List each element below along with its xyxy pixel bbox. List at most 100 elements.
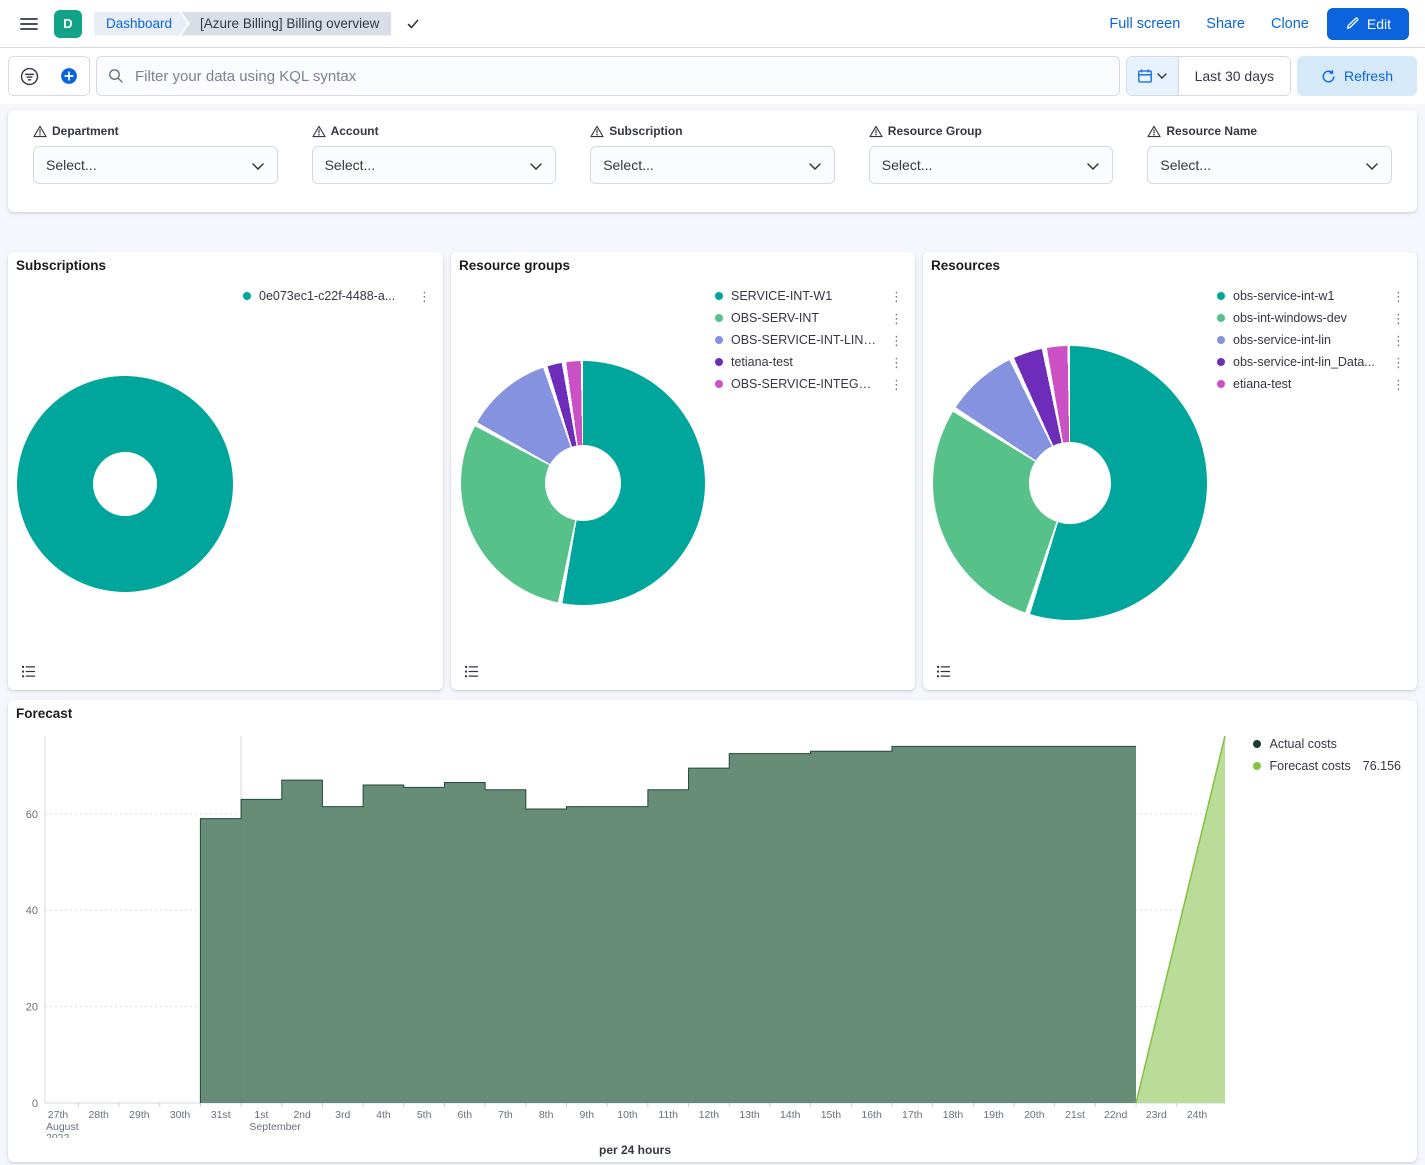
legend-item[interactable]: OBS-SERVICE-INTEGRA... ⋮: [715, 373, 905, 395]
svg-text:September: September: [249, 1121, 301, 1133]
resource-groups-donut-chart[interactable]: [461, 361, 705, 605]
legend-item[interactable]: obs-service-int-lin_Data...⋮: [1217, 351, 1407, 373]
saved-check-button[interactable]: [405, 16, 421, 32]
svg-text:20th: 20th: [1024, 1109, 1045, 1121]
svg-text:8th: 8th: [539, 1109, 554, 1121]
svg-text:1st: 1st: [254, 1109, 268, 1121]
svg-text:13th: 13th: [739, 1109, 760, 1121]
resource-group-select[interactable]: Select...: [869, 146, 1114, 184]
svg-text:40: 40: [26, 905, 38, 917]
kebab-menu-icon[interactable]: ⋮: [1390, 356, 1407, 369]
kql-search-input[interactable]: [96, 56, 1120, 96]
filters-button[interactable]: [9, 57, 49, 95]
legend-item[interactable]: OBS-SERV-INT⋮: [715, 307, 905, 329]
kibana-dashboard-app: D Dashboard [Azure Billing] Billing over…: [0, 0, 1425, 1165]
warning-icon: [869, 125, 883, 138]
legend-toggle-button[interactable]: [16, 660, 40, 682]
search-icon: [108, 68, 124, 84]
kebab-menu-icon[interactable]: ⋮: [1390, 378, 1407, 391]
chevron-down-icon: [252, 163, 264, 170]
subscription-select[interactable]: Select...: [590, 146, 835, 184]
control-label: Resource Group: [869, 124, 1114, 138]
calendar-icon: [1137, 68, 1153, 84]
breadcrumb: Dashboard [Azure Billing] Billing overvi…: [94, 12, 391, 36]
share-link[interactable]: Share: [1206, 16, 1245, 32]
date-range-button[interactable]: Last 30 days: [1179, 57, 1290, 95]
kql-search: [96, 56, 1120, 96]
full-screen-link[interactable]: Full screen: [1109, 16, 1180, 32]
legend-dot: [243, 292, 251, 300]
breadcrumb-current[interactable]: [Azure Billing] Billing overview: [181, 12, 391, 36]
chart-legend: 0e073ec1-c22f-4488-a...⋮: [243, 285, 433, 307]
legend-item[interactable]: obs-service-int-w1⋮: [1217, 285, 1407, 307]
chart-legend: SERVICE-INT-W1⋮OBS-SERV-INT⋮OBS-SERVICE-…: [715, 285, 905, 395]
edit-button[interactable]: Edit: [1327, 8, 1409, 40]
space-avatar[interactable]: D: [54, 10, 82, 38]
svg-text:29th: 29th: [129, 1109, 150, 1121]
svg-text:27th: 27th: [48, 1109, 69, 1121]
legend-item[interactable]: obs-service-int-lin⋮: [1217, 329, 1407, 351]
kebab-menu-icon[interactable]: ⋮: [1390, 334, 1407, 347]
svg-text:16th: 16th: [861, 1109, 882, 1121]
svg-text:17th: 17th: [902, 1109, 923, 1121]
svg-text:24th: 24th: [1187, 1109, 1208, 1121]
control-label: Account: [312, 124, 557, 138]
legend-label: obs-int-windows-dev: [1233, 311, 1382, 325]
legend-item[interactable]: SERVICE-INT-W1⋮: [715, 285, 905, 307]
forecast-area-chart[interactable]: 020406027th28th29th30th31st1st2nd3rd4th5…: [8, 728, 1417, 1138]
subscriptions-donut-chart[interactable]: [17, 376, 233, 592]
svg-text:9th: 9th: [580, 1109, 595, 1121]
legend-item[interactable]: etiana-test ⋮: [1217, 373, 1407, 395]
menu-button[interactable]: [16, 13, 42, 35]
kebab-menu-icon[interactable]: ⋮: [888, 334, 905, 347]
svg-text:6th: 6th: [457, 1109, 472, 1121]
svg-text:22nd: 22nd: [1104, 1109, 1128, 1121]
control-label-text: Account: [331, 124, 379, 138]
control-subscription: Subscription Select...: [590, 124, 835, 184]
legend-label: OBS-SERVICE-INTEGRA...: [731, 377, 880, 391]
refresh-button[interactable]: Refresh: [1297, 56, 1417, 96]
select-placeholder: Select...: [46, 157, 97, 173]
panel-title: Subscriptions: [16, 258, 106, 273]
department-select[interactable]: Select...: [33, 146, 278, 184]
kebab-menu-icon[interactable]: ⋮: [888, 356, 905, 369]
hamburger-icon: [20, 17, 38, 31]
control-label-text: Resource Name: [1166, 124, 1257, 138]
svg-text:20: 20: [26, 1002, 38, 1014]
resource-groups-panel: Resource groups SERVICE-INT-W1⋮OBS-SERV-…: [451, 252, 915, 690]
pencil-icon: [1345, 17, 1359, 31]
kebab-menu-icon[interactable]: ⋮: [416, 290, 433, 303]
legend-item[interactable]: OBS-SERVICE-INT-LIN_...⋮: [715, 329, 905, 351]
controls-button-group: [8, 56, 90, 96]
add-control-button[interactable]: [49, 57, 89, 95]
resource-name-select[interactable]: Select...: [1147, 146, 1392, 184]
kebab-menu-icon[interactable]: ⋮: [1390, 290, 1407, 303]
svg-text:18th: 18th: [943, 1109, 964, 1121]
account-select[interactable]: Select...: [312, 146, 557, 184]
warning-icon: [1147, 125, 1161, 138]
legend-toggle-button[interactable]: [931, 660, 955, 682]
resources-donut-chart[interactable]: [933, 346, 1207, 620]
legend-item[interactable]: 0e073ec1-c22f-4488-a...⋮: [243, 285, 433, 307]
chevron-down-icon: [530, 163, 542, 170]
date-picker-group: Last 30 days: [1126, 56, 1291, 96]
legend-dot: [1217, 358, 1225, 366]
legend-item[interactable]: tetiana-test⋮: [715, 351, 905, 373]
svg-text:0: 0: [32, 1098, 38, 1110]
legend-toggle-button[interactable]: [459, 660, 483, 682]
legend-label: etiana-test: [1233, 377, 1382, 391]
kebab-menu-icon[interactable]: ⋮: [888, 290, 905, 303]
control-label: Resource Name: [1147, 124, 1392, 138]
select-placeholder: Select...: [1160, 157, 1211, 173]
clone-link[interactable]: Clone: [1271, 16, 1309, 32]
kebab-menu-icon[interactable]: ⋮: [888, 378, 905, 391]
control-label: Subscription: [590, 124, 835, 138]
date-picker-button[interactable]: [1127, 57, 1179, 95]
controls-panel: Department Select... Account Select...: [8, 110, 1417, 212]
legend-dot: [1217, 336, 1225, 344]
kebab-menu-icon[interactable]: ⋮: [1390, 312, 1407, 325]
kebab-menu-icon[interactable]: ⋮: [888, 312, 905, 325]
legend-item[interactable]: obs-int-windows-dev ⋮: [1217, 307, 1407, 329]
warning-icon: [590, 125, 604, 138]
breadcrumb-dashboard[interactable]: Dashboard: [94, 12, 188, 36]
